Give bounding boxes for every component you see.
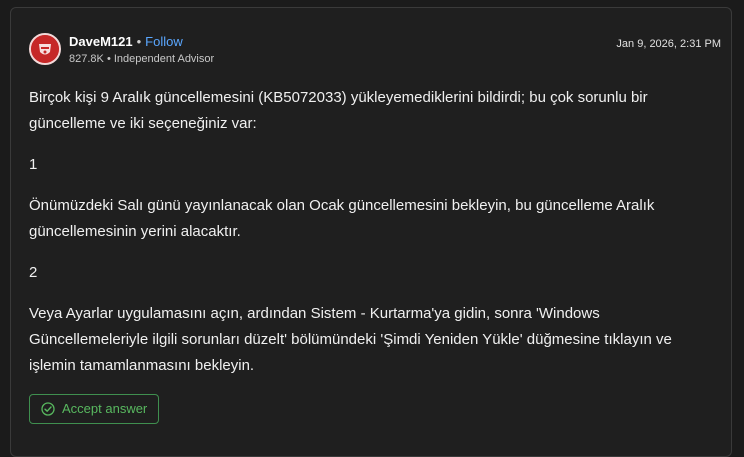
follow-link[interactable]: Follow [145,34,183,49]
meta-separator: • [106,53,111,65]
answer-post: DaveM121 • Follow 827.8K • Independent Adv… [10,7,732,457]
author-avatar[interactable] [29,33,61,65]
step-number: 1 [29,156,38,173]
accept-answer-label: Accept answer [62,401,148,416]
post-body: Birçok kişi 9 Aralık güncellemesini (KB5… [29,85,719,394]
author-points: 827.8K [69,53,104,65]
step-number: 2 [29,264,38,281]
author-separator: • [136,34,142,49]
accept-answer-button[interactable]: Accept answer [29,394,160,424]
author-role: Independent Advisor [113,53,215,65]
arsenal-crest-icon [31,35,59,63]
author-meta: 827.8K • Independent Advisor [69,52,214,66]
post-timestamp: Jan 9, 2026, 2:31 PM [616,38,721,50]
body-paragraph: Önümüzdeki Salı günü yayınlanacak olan O… [29,197,655,240]
body-paragraph: Birçok kişi 9 Aralık güncellemesini (KB5… [29,89,648,132]
check-circle-icon [41,402,55,416]
body-paragraph: Veya Ayarlar uygulamasını açın, ardından… [29,305,672,374]
author-name[interactable]: DaveM121 [69,34,133,49]
author-line: DaveM121 • Follow [69,34,183,50]
